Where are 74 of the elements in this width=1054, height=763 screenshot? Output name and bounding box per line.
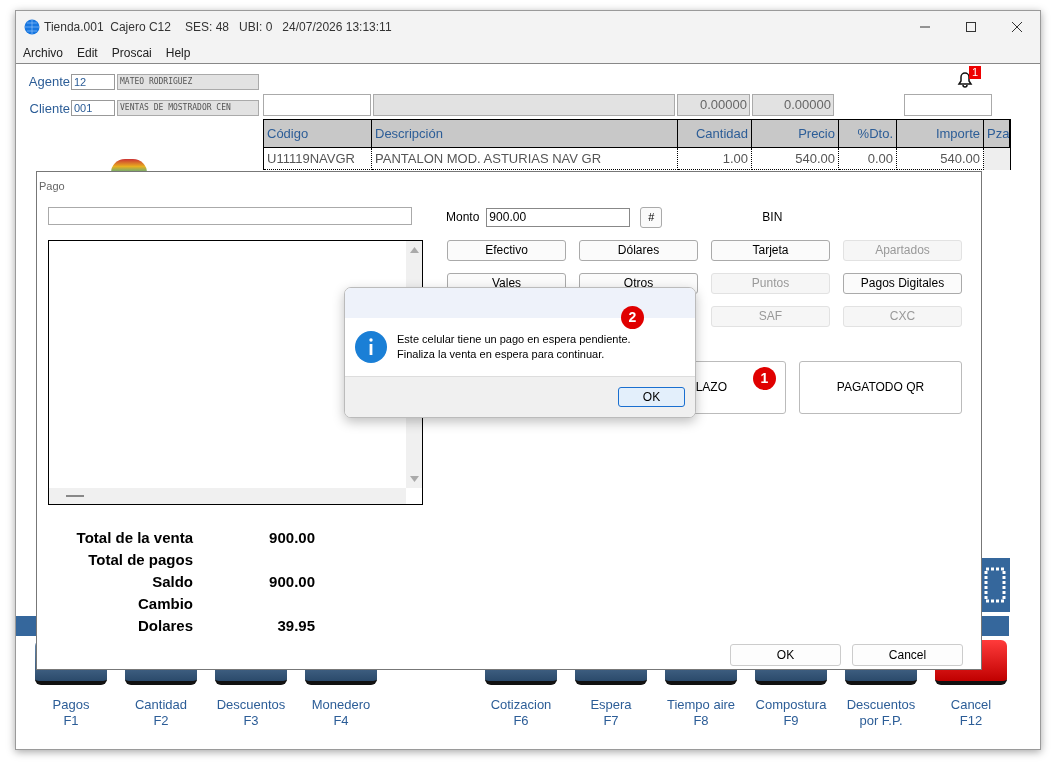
table-cell: U11119NAVGR [264,148,372,170]
notification-badge: 1 [969,66,982,79]
column-header: Importe [897,120,984,147]
input-field[interactable] [48,206,412,225]
payment-method-button[interactable]: Pagos Digitales [843,272,962,294]
function-key-label: Cancel F12 [949,697,993,729]
agent-code-field[interactable]: 12 [71,73,115,90]
message-text: Este celular tiene un pago en espera pendiente. Finaliza la venta en espera para continuar. [397,332,631,362]
dialog-title: Pago [39,179,65,194]
session-label: SES: 48 [184,19,229,36]
scrollbar[interactable] [984,148,1010,170]
input-field[interactable] [263,94,371,116]
ok-button[interactable]: OK [618,387,685,407]
menu-item[interactable]: Edit [77,44,98,62]
total-value: 900.00 [268,572,315,593]
digit-display-icon [984,567,1006,603]
function-key-label: Compostura F9 [754,697,828,729]
column-header: Cantidad [678,120,752,147]
function-key-label: Monedero F4 [310,697,372,729]
client-label: Cliente [28,99,70,118]
table-cell: PANTALON MOD. ASTURIAS NAV GR [372,148,678,170]
location-label: UBI: 0 [239,19,273,36]
total-label: Saldo [151,572,193,593]
scroll-down-icon[interactable] [409,475,419,482]
menu-item[interactable]: Archivo [23,44,63,62]
scrollbar-thumb-icon[interactable] [66,494,84,497]
function-key-label: Descuentos F3 [215,697,287,729]
cancel-button[interactable]: Cancel [852,644,963,666]
client-name-field: VENTAS DE MOSTRADOR CEN [117,100,259,117]
large-payment-button[interactable]: PAGATODO QR [799,360,962,414]
total-label: Total de pagos [87,550,193,571]
notification-bell-icon [955,69,975,89]
column-header: Pza [984,120,1010,147]
scroll-up-icon[interactable] [409,246,419,253]
menu-item[interactable]: Help [165,44,191,62]
column-header: %Dto. [839,120,897,147]
ok-button[interactable]: OK [730,644,841,666]
globe-icon [24,19,40,35]
input-field[interactable] [904,94,992,116]
total-label: Total de la venta [75,528,193,549]
maximize-icon[interactable] [966,22,976,32]
table-cell: 540.00 [752,148,839,170]
close-icon[interactable] [1012,22,1022,32]
menu-item[interactable]: Proscai [111,44,152,62]
function-key-label: Descuentos por F.P. [845,697,917,729]
column-header: Descripción [372,120,678,147]
column-header: Precio [752,120,839,147]
function-key-label: Cantidad F2 [133,697,188,729]
function-key-label: Tiempo aire F8 [665,697,737,729]
total-value: 900.00 [268,528,315,549]
agent-name-field: MATEO RODRIGUEZ [117,73,259,90]
amount-field[interactable]: 900.00 [486,207,631,227]
window-title: Tienda.001 Cajero C12 [44,19,171,36]
table-cell: 0.00 [839,148,897,170]
client-code-field[interactable]: 001 [71,100,115,117]
table-cell: 1.00 [678,148,752,170]
total-label: Cambio [137,594,193,615]
column-header: Código [264,120,372,147]
datetime-label: 24/07/2026 13:13:11 [282,19,392,36]
bin-label: BIN [762,209,783,226]
payment-method-button[interactable]: Dólares [579,239,698,261]
payment-method-button[interactable]: Efectivo [447,239,566,261]
hash-button[interactable]: # [640,206,663,228]
info-icon [355,331,387,363]
total-value: 39.95 [276,616,315,637]
function-key-label: Pagos F1 [51,697,91,729]
amount-field: 0.00000 [752,94,834,116]
payment-method-button[interactable]: Tarjeta [711,239,830,261]
amount-label: Monto [446,209,480,226]
agent-label: Agente [27,73,70,91]
amount-field: 0.00000 [677,94,750,116]
function-key-label: Espera F7 [589,697,633,729]
function-key-label: Cotizacion F6 [489,697,553,729]
total-label: Dolares [136,616,193,637]
